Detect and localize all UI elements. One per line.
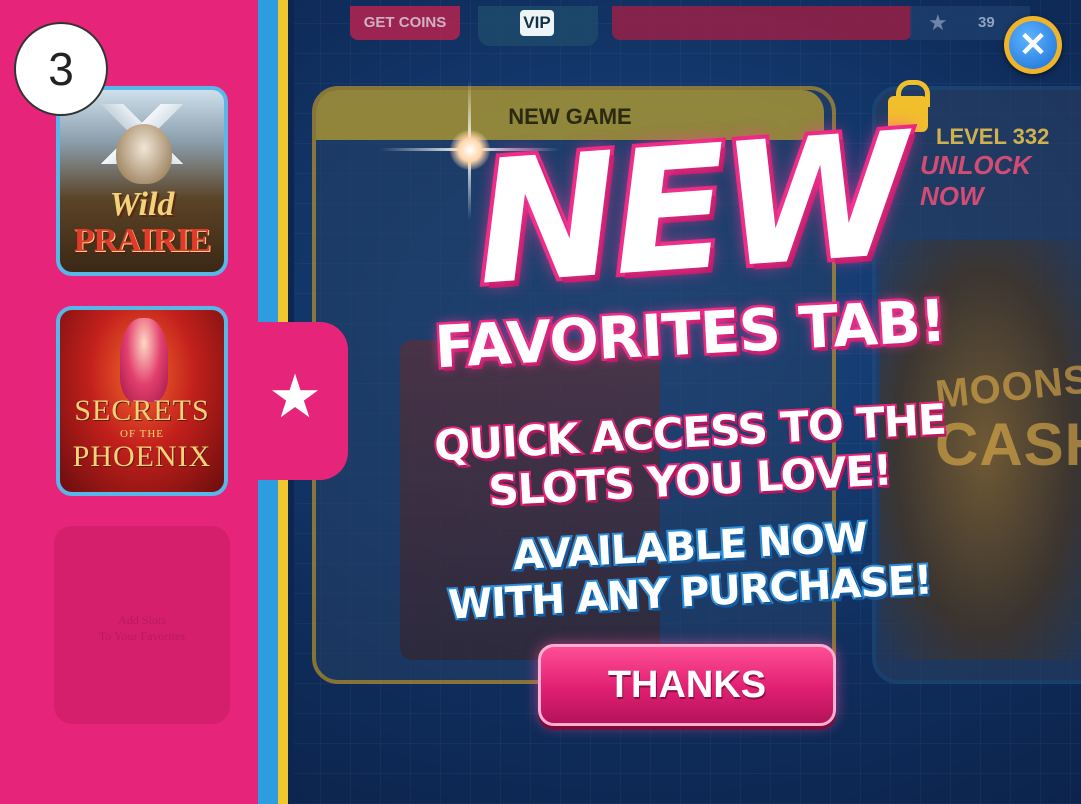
phoenix-art	[120, 318, 168, 402]
get-coins-button[interactable]: GET COINS	[350, 6, 460, 40]
empty-slot-hint-line1: Add Slots	[118, 613, 166, 627]
thanks-button-label: THANKS	[607, 664, 767, 706]
close-x-icon: ✕	[1018, 26, 1048, 64]
step-number: 3	[48, 43, 74, 95]
locked-level-label: LEVEL 332	[936, 124, 1050, 149]
animal-art	[116, 124, 172, 184]
player-level-value: 39	[978, 14, 995, 31]
phoenix-title-line3: PHOENIX	[72, 440, 212, 473]
wild-prairie-title-line2: PRAIRIE	[73, 222, 212, 259]
thanks-button[interactable]: THANKS	[538, 644, 836, 726]
star-icon: ★	[268, 363, 322, 430]
top-progress-bar	[612, 6, 912, 40]
empty-slot-hint-line2: To Your Favorites	[98, 629, 186, 643]
phoenix-title-line2: OF THE	[120, 428, 164, 440]
close-button-face: ✕	[1009, 21, 1057, 69]
level-star-icon: ★	[928, 10, 948, 35]
empty-slot-hint: Add Slots To Your Favorites	[54, 612, 230, 644]
step-number-badge: 3	[14, 22, 108, 116]
phoenix-title-line1: SECRETS	[74, 394, 210, 427]
vip-badge: VIP	[520, 10, 554, 36]
slot-tile-secrets-of-the-phoenix[interactable]: SECRETS OF THE PHOENIX	[56, 306, 228, 496]
wild-prairie-title-line1: Wild	[109, 186, 175, 223]
promo-headline: NEW	[466, 92, 915, 327]
slot-tile-wild-prairie[interactable]: Wild PRAIRIE	[56, 86, 228, 276]
close-button[interactable]: ✕	[1004, 16, 1062, 74]
